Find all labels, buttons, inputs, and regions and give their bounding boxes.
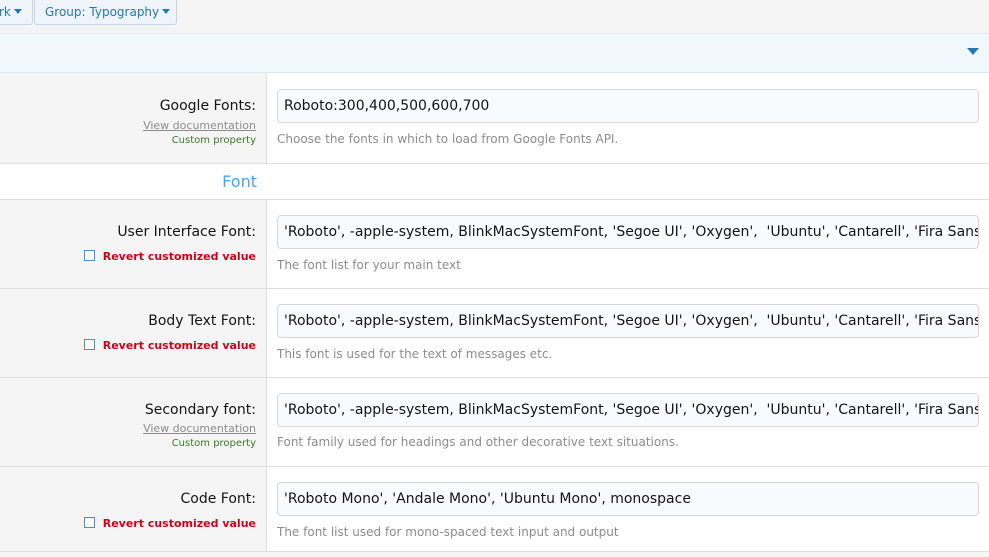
- group-menu-label: Group: Typography: [45, 5, 160, 19]
- revert-label: Revert customized value: [102, 339, 256, 352]
- caret-down-icon: [13, 9, 22, 14]
- option-row-ui-font: User Interface Font: Revert customized v…: [0, 200, 989, 289]
- style-menu-button[interactable]: rk: [0, 0, 33, 25]
- revert-customized-value[interactable]: Revert customized value: [83, 339, 256, 352]
- checkbox-icon[interactable]: [83, 250, 95, 261]
- option-value-cell: 'Roboto Mono', 'Andale Mono', 'Ubuntu Mo…: [267, 467, 989, 551]
- section-header[interactable]: [0, 33, 989, 73]
- font-subheading-row: Font: [0, 164, 989, 200]
- option-hint: Choose the fonts in which to load from G…: [277, 132, 619, 146]
- option-hint: The font list used for mono-spaced text …: [277, 525, 619, 539]
- group-menu-button[interactable]: Group: Typography: [34, 0, 177, 25]
- view-documentation-link[interactable]: View documentation: [143, 422, 256, 435]
- option-value-cell: 'Roboto', -apple-system, BlinkMacSystemF…: [267, 200, 989, 288]
- checkbox-icon[interactable]: [83, 517, 95, 528]
- option-label: Body Text Font:: [148, 313, 256, 329]
- bottom-edge: [0, 552, 989, 557]
- option-row-code-font: Code Font: Revert customized value 'Robo…: [0, 467, 989, 552]
- custom-property-note: Custom property: [171, 135, 256, 146]
- option-label-cell: Secondary font: View documentation Custo…: [0, 378, 267, 466]
- google-fonts-input[interactable]: Roboto:300,400,500,600,700: [277, 89, 979, 123]
- revert-label: Revert customized value: [102, 517, 256, 530]
- option-label: Code Font:: [180, 491, 257, 507]
- option-row-secondary-font: Secondary font: View documentation Custo…: [0, 378, 989, 467]
- option-label: Google Fonts:: [159, 98, 256, 114]
- revert-label: Revert customized value: [102, 250, 256, 263]
- option-hint: The font list for your main text: [277, 258, 461, 272]
- option-hint: Font family used for headings and other …: [277, 435, 679, 449]
- option-value-cell: Roboto:300,400,500,600,700 Choose the fo…: [267, 73, 989, 163]
- option-row-body-font: Body Text Font: Revert customized value …: [0, 289, 989, 378]
- option-label-cell: Google Fonts: View documentation Custom …: [0, 73, 267, 163]
- revert-customized-value[interactable]: Revert customized value: [83, 250, 256, 263]
- option-row-google-fonts: Google Fonts: View documentation Custom …: [0, 73, 989, 164]
- secondary-font-input[interactable]: 'Roboto', -apple-system, BlinkMacSystemF…: [277, 393, 979, 427]
- option-label-cell: Code Font: Revert customized value: [0, 467, 267, 551]
- view-documentation-link[interactable]: View documentation: [143, 119, 256, 132]
- revert-customized-value[interactable]: Revert customized value: [83, 517, 256, 530]
- custom-property-note: Custom property: [171, 438, 256, 449]
- option-value-cell: 'Roboto', -apple-system, BlinkMacSystemF…: [267, 289, 989, 377]
- checkbox-icon[interactable]: [83, 339, 95, 350]
- body-font-input[interactable]: 'Roboto', -apple-system, BlinkMacSystemF…: [277, 304, 979, 338]
- caret-down-icon: [162, 9, 171, 14]
- option-label: Secondary font:: [144, 402, 256, 418]
- option-label: User Interface Font:: [117, 224, 256, 240]
- ui-font-input[interactable]: 'Roboto', -apple-system, BlinkMacSystemF…: [277, 215, 979, 249]
- subheading-title: Font: [222, 172, 257, 191]
- option-label-cell: User Interface Font: Revert customized v…: [0, 200, 267, 288]
- option-value-cell: 'Roboto', -apple-system, BlinkMacSystemF…: [267, 378, 989, 466]
- options-toolbar: rk Group: Typography: [0, 0, 989, 33]
- code-font-input[interactable]: 'Roboto Mono', 'Andale Mono', 'Ubuntu Mo…: [277, 482, 979, 516]
- collapse-caret-icon[interactable]: [967, 48, 979, 55]
- style-menu-label: rk: [0, 5, 11, 19]
- option-label-cell: Body Text Font: Revert customized value: [0, 289, 267, 377]
- option-hint: This font is used for the text of messag…: [277, 347, 553, 361]
